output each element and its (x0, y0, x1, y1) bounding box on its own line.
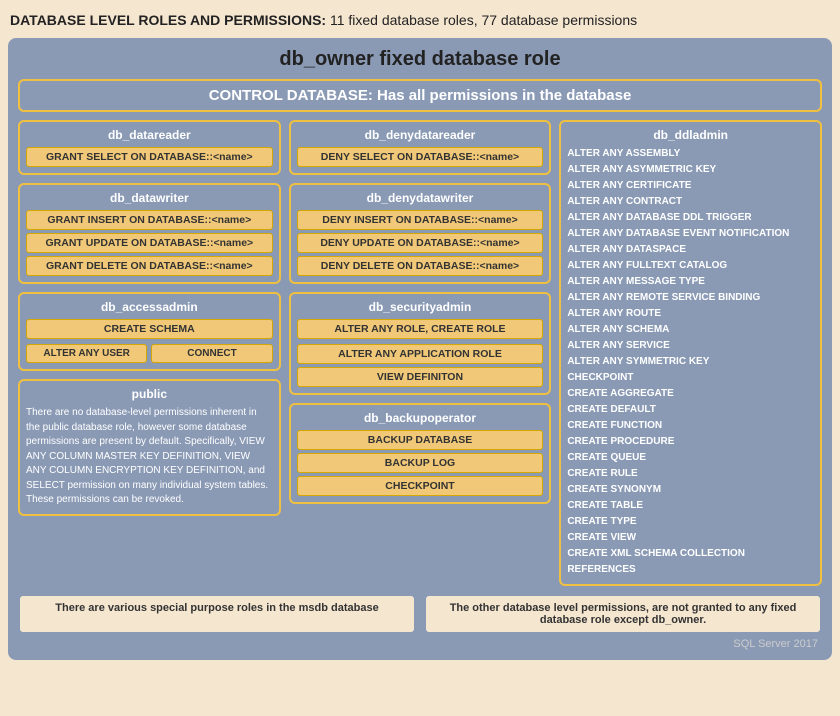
ddladmin-perm-10: ALTER ANY ROUTE (567, 306, 814, 322)
db-ddladmin-box: db_ddladmin ALTER ANY ASSEMBLY ALTER ANY… (559, 120, 822, 586)
note-msdb: There are various special purpose roles … (18, 594, 416, 634)
perm-connect: CONNECT (151, 344, 272, 363)
public-box: public There are no database-level permi… (18, 379, 281, 516)
main-grid: db_datareader GRANT SELECT ON DATABASE::… (18, 120, 822, 586)
perm-backup-log: BACKUP LOG (297, 453, 544, 473)
db-denydatawriter-box: db_denydatawriter DENY INSERT ON DATABAS… (289, 183, 552, 284)
control-banner: CONTROL DATABASE: Has all permissions in… (18, 79, 822, 112)
sql-version: SQL Server 2017 (18, 638, 822, 650)
ddladmin-perm-1: ALTER ANY ASYMMETRIC KEY (567, 162, 814, 178)
perm-deny-insert: DENY INSERT ON DATABASE::<name> (297, 210, 544, 230)
ddladmin-perm-24: CREATE VIEW (567, 530, 814, 546)
ddladmin-perm-17: CREATE FUNCTION (567, 418, 814, 434)
db-datawriter-box: db_datawriter GRANT INSERT ON DATABASE::… (18, 183, 281, 284)
col-right: db_ddladmin ALTER ANY ASSEMBLY ALTER ANY… (559, 120, 822, 586)
db-ddladmin-title: db_ddladmin (567, 128, 814, 142)
ddladmin-perm-19: CREATE QUEUE (567, 450, 814, 466)
db-backupoperator-box: db_backupoperator BACKUP DATABASE BACKUP… (289, 403, 552, 504)
public-title: public (26, 387, 273, 401)
title-bold: DATABASE LEVEL ROLES AND PERMISSIONS: (10, 12, 326, 28)
ddladmin-perm-26: REFERENCES (567, 562, 814, 578)
ddladmin-perm-21: CREATE SYNONYM (567, 482, 814, 498)
bottom-notes: There are various special purpose roles … (18, 594, 822, 634)
ddladmin-perm-25: CREATE XML SCHEMA COLLECTION (567, 546, 814, 562)
ddladmin-perm-13: ALTER ANY SYMMETRIC KEY (567, 354, 814, 370)
ddladmin-perm-4: ALTER ANY DATABASE DDL TRIGGER (567, 210, 814, 226)
db-datareader-title: db_datareader (26, 128, 273, 142)
db-datareader-box: db_datareader GRANT SELECT ON DATABASE::… (18, 120, 281, 175)
ddladmin-perm-22: CREATE TABLE (567, 498, 814, 514)
perm-deny-update: DENY UPDATE ON DATABASE::<name> (297, 233, 544, 253)
ddladmin-perm-3: ALTER ANY CONTRACT (567, 194, 814, 210)
perm-deny-delete: DENY DELETE ON DATABASE::<name> (297, 256, 544, 276)
db-denydatareader-title: db_denydatareader (297, 128, 544, 142)
ddladmin-perm-9: ALTER ANY REMOTE SERVICE BINDING (567, 290, 814, 306)
perm-deny-select: DENY SELECT ON DATABASE::<name> (297, 147, 544, 167)
ddladmin-perm-0: ALTER ANY ASSEMBLY (567, 146, 814, 162)
ddladmin-perm-8: ALTER ANY MESSAGE TYPE (567, 274, 814, 290)
perm-alter-any-role: ALTER ANY ROLE, CREATE ROLE (297, 319, 544, 339)
db-accessadmin-box: db_accessadmin CREATE SCHEMA ALTER ANY U… (18, 292, 281, 371)
perm-alter-any-user: ALTER ANY USER (26, 344, 147, 363)
public-text: There are no database-level permissions … (26, 406, 273, 508)
perm-grant-insert: GRANT INSERT ON DATABASE::<name> (26, 210, 273, 230)
outer-container: db_owner fixed database role CONTROL DAT… (8, 38, 832, 660)
perm-grant-select: GRANT SELECT ON DATABASE::<name> (26, 147, 273, 167)
accessadmin-perms: ALTER ANY USER CONNECT (26, 344, 273, 363)
ddladmin-perm-14: CHECKPOINT (567, 370, 814, 386)
perm-grant-delete: GRANT DELETE ON DATABASE::<name> (26, 256, 273, 276)
col-left: db_datareader GRANT SELECT ON DATABASE::… (18, 120, 281, 586)
ddladmin-perm-20: CREATE RULE (567, 466, 814, 482)
ddladmin-perm-7: ALTER ANY FULLTEXT CATALOG (567, 258, 814, 274)
ddladmin-perm-6: ALTER ANY DATASPACE (567, 242, 814, 258)
perm-checkpoint: CHECKPOINT (297, 476, 544, 496)
note-other-perms: The other database level permissions, ar… (424, 594, 822, 634)
create-schema-perm: CREATE SCHEMA (26, 319, 273, 339)
perm-view-def: VIEW DEFINITON (297, 367, 544, 387)
ddladmin-perm-2: ALTER ANY CERTIFICATE (567, 178, 814, 194)
perm-alter-app-role: ALTER ANY APPLICATION ROLE (297, 344, 544, 364)
db-denydatareader-box: db_denydatareader DENY SELECT ON DATABAS… (289, 120, 552, 175)
ddladmin-perm-11: ALTER ANY SCHEMA (567, 322, 814, 338)
page-title: DATABASE LEVEL ROLES AND PERMISSIONS: 11… (8, 8, 832, 32)
db-datawriter-title: db_datawriter (26, 191, 273, 205)
ddladmin-perm-18: CREATE PROCEDURE (567, 434, 814, 450)
ddladmin-perm-16: CREATE DEFAULT (567, 402, 814, 418)
db-securityadmin-box: db_securityadmin ALTER ANY ROLE, CREATE … (289, 292, 552, 395)
ddladmin-perm-5: ALTER ANY DATABASE EVENT NOTIFICATION (567, 226, 814, 242)
db-denydatawriter-title: db_denydatawriter (297, 191, 544, 205)
ddladmin-perm-23: CREATE TYPE (567, 514, 814, 530)
perm-grant-update: GRANT UPDATE ON DATABASE::<name> (26, 233, 273, 253)
perm-backup-db: BACKUP DATABASE (297, 430, 544, 450)
col-mid: db_denydatareader DENY SELECT ON DATABAS… (289, 120, 552, 586)
ddladmin-perm-15: CREATE AGGREGATE (567, 386, 814, 402)
db-backupoperator-title: db_backupoperator (297, 411, 544, 425)
db-securityadmin-title: db_securityadmin (297, 300, 544, 314)
ddladmin-perm-12: ALTER ANY SERVICE (567, 338, 814, 354)
db-accessadmin-title: db_accessadmin (26, 300, 273, 314)
db-owner-title: db_owner fixed database role (18, 48, 822, 71)
title-normal: 11 fixed database roles, 77 database per… (326, 12, 637, 28)
